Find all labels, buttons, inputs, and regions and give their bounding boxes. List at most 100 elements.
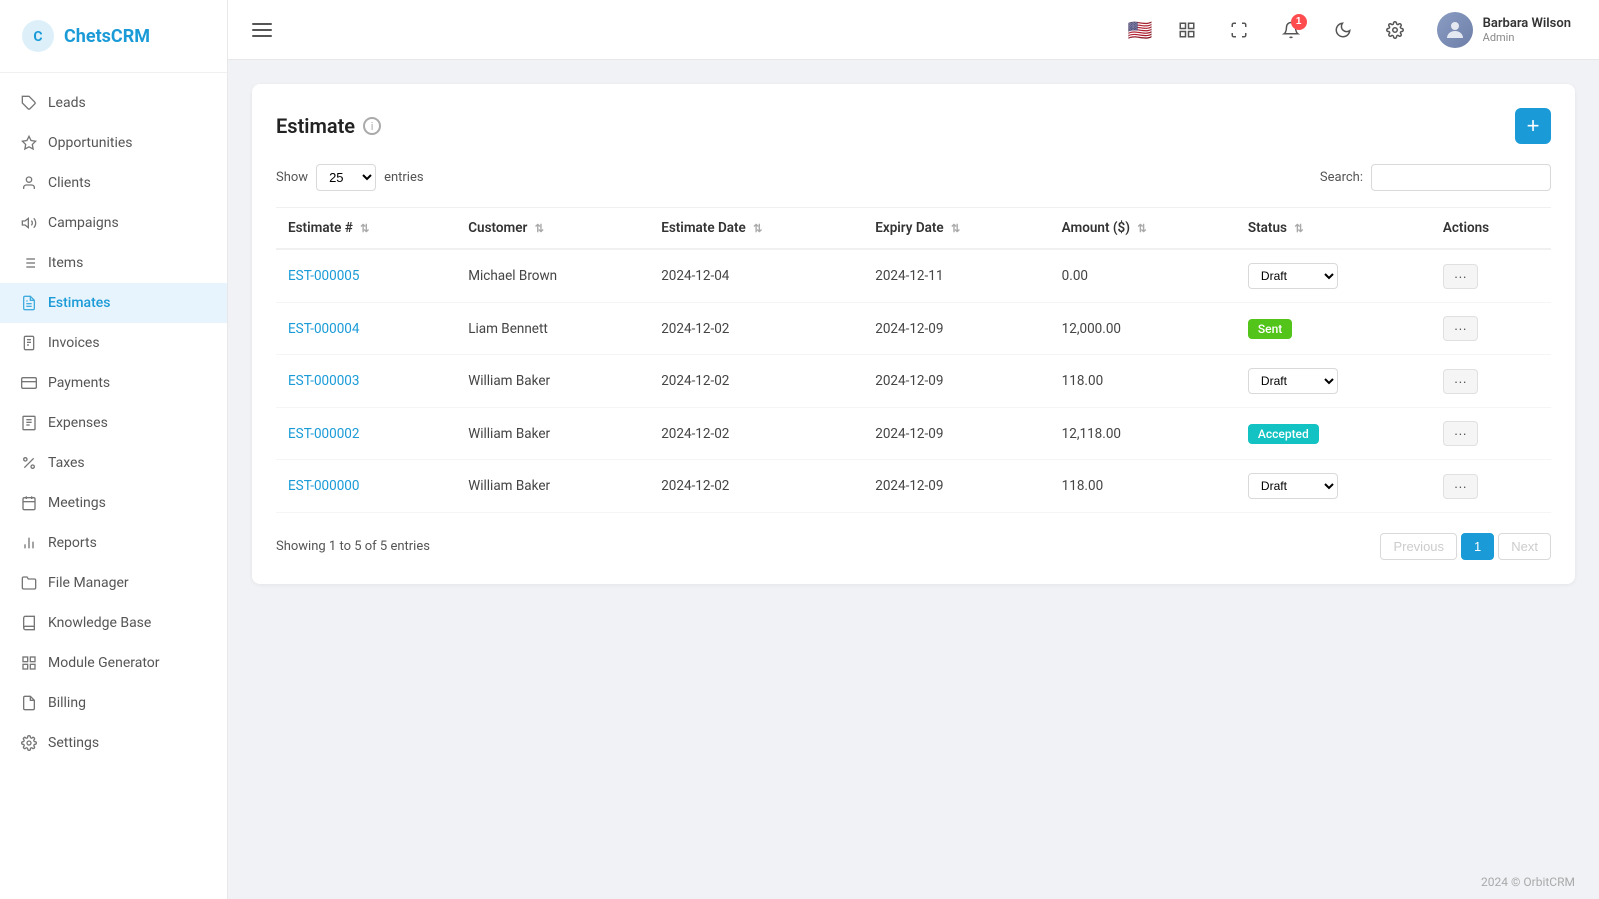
- sort-icon-estimate: ⇅: [360, 222, 369, 235]
- sidebar-item-billing[interactable]: Billing: [0, 683, 227, 723]
- sidebar-item-estimates[interactable]: Estimates: [0, 283, 227, 323]
- calendar-icon: [20, 494, 38, 512]
- add-estimate-button[interactable]: +: [1515, 108, 1551, 144]
- user-profile[interactable]: Barbara Wilson Admin: [1429, 8, 1579, 52]
- cell-expiry-date: 2024-12-09: [863, 460, 1049, 513]
- sidebar-item-items[interactable]: Items: [0, 243, 227, 283]
- row-action-button[interactable]: ···: [1443, 421, 1478, 446]
- col-amount[interactable]: Amount ($) ⇅: [1050, 208, 1236, 250]
- header: 🇺🇸 1: [228, 0, 1599, 60]
- sidebar-item-file-manager[interactable]: File Manager: [0, 563, 227, 603]
- fullscreen-button[interactable]: [1221, 12, 1257, 48]
- row-action-button[interactable]: ···: [1443, 264, 1478, 289]
- user-icon: [20, 174, 38, 192]
- sidebar-label-items: Items: [48, 255, 83, 271]
- header-right: 🇺🇸 1: [1128, 8, 1579, 52]
- search-input[interactable]: [1371, 164, 1551, 191]
- table-row: EST-000003William Baker2024-12-022024-12…: [276, 355, 1551, 408]
- cell-customer: Liam Bennett: [456, 303, 649, 355]
- estimate-link[interactable]: EST-000004: [288, 321, 359, 337]
- cell-estimate-date: 2024-12-02: [649, 460, 863, 513]
- table-controls: Show 10 25 50 100 entries Search:: [276, 164, 1551, 191]
- notifications-button[interactable]: 1: [1273, 12, 1309, 48]
- sidebar-label-clients: Clients: [48, 175, 91, 191]
- folder-icon: [20, 574, 38, 592]
- col-actions: Actions: [1431, 208, 1551, 250]
- sidebar-label-taxes: Taxes: [48, 455, 85, 471]
- sidebar-nav: Leads Opportunities Clients Campaigns: [0, 73, 227, 899]
- status-dropdown[interactable]: DraftSentAcceptedDeclined: [1248, 473, 1338, 499]
- info-icon[interactable]: i: [363, 117, 381, 135]
- sidebar-item-leads[interactable]: Leads: [0, 83, 227, 123]
- tag-icon: [20, 94, 38, 112]
- sort-icon-amount: ⇅: [1137, 222, 1146, 235]
- status-dropdown[interactable]: DraftSentAcceptedDeclined: [1248, 263, 1338, 289]
- footer: 2024 © OrbitCRM: [228, 865, 1599, 899]
- settings-button[interactable]: [1377, 12, 1413, 48]
- col-expiry-date[interactable]: Expiry Date ⇅: [863, 208, 1049, 250]
- cell-expiry-date: 2024-12-09: [863, 303, 1049, 355]
- cell-amount: 12,118.00: [1050, 408, 1236, 460]
- sidebar-item-campaigns[interactable]: Campaigns: [0, 203, 227, 243]
- show-entries: Show 10 25 50 100 entries: [276, 164, 424, 191]
- estimate-link[interactable]: EST-000005: [288, 268, 359, 284]
- cell-estimate-num: EST-000004: [276, 303, 456, 355]
- estimates-card: Estimate i + Show 10 25 50 100 e: [252, 84, 1575, 584]
- sidebar-item-clients[interactable]: Clients: [0, 163, 227, 203]
- sidebar-item-settings[interactable]: Settings: [0, 723, 227, 763]
- cell-amount: 118.00: [1050, 355, 1236, 408]
- header-left: [248, 19, 276, 41]
- next-button[interactable]: Next: [1498, 533, 1551, 560]
- sidebar-item-opportunities[interactable]: Opportunities: [0, 123, 227, 163]
- user-info: Barbara Wilson Admin: [1483, 16, 1571, 44]
- sidebar-item-reports[interactable]: Reports: [0, 523, 227, 563]
- col-customer[interactable]: Customer ⇅: [456, 208, 649, 250]
- status-dropdown[interactable]: DraftSentAcceptedDeclined: [1248, 368, 1338, 394]
- estimate-link[interactable]: EST-000002: [288, 426, 359, 442]
- cell-customer: William Baker: [456, 460, 649, 513]
- language-flag[interactable]: 🇺🇸: [1128, 18, 1153, 42]
- cell-estimate-date: 2024-12-04: [649, 249, 863, 303]
- moon-icon: [1334, 21, 1352, 39]
- logo-area: C ChetsCRM: [0, 0, 227, 73]
- billing-icon: [20, 694, 38, 712]
- showing-entries-text: Showing 1 to 5 of 5 entries: [276, 539, 430, 554]
- sidebar-label-knowledge-base: Knowledge Base: [48, 615, 151, 631]
- cell-estimate-num: EST-000002: [276, 408, 456, 460]
- col-status[interactable]: Status ⇅: [1236, 208, 1431, 250]
- sort-icon-customer: ⇅: [535, 222, 544, 235]
- sidebar-item-expenses[interactable]: Expenses: [0, 403, 227, 443]
- estimate-link[interactable]: EST-000000: [288, 478, 359, 494]
- header-gear-icon: [1386, 21, 1404, 39]
- sidebar-item-module-generator[interactable]: Module Generator: [0, 643, 227, 683]
- page-1-button[interactable]: 1: [1461, 533, 1494, 560]
- cell-estimate-num: EST-000003: [276, 355, 456, 408]
- dark-mode-button[interactable]: [1325, 12, 1361, 48]
- gem-icon: [20, 134, 38, 152]
- previous-button[interactable]: Previous: [1380, 533, 1457, 560]
- entries-per-page-select[interactable]: 10 25 50 100: [316, 164, 376, 191]
- sidebar-item-invoices[interactable]: Invoices: [0, 323, 227, 363]
- row-action-button[interactable]: ···: [1443, 474, 1478, 499]
- sidebar-item-knowledge-base[interactable]: Knowledge Base: [0, 603, 227, 643]
- sidebar-item-taxes[interactable]: Taxes: [0, 443, 227, 483]
- col-estimate-num[interactable]: Estimate # ⇅: [276, 208, 456, 250]
- cell-status: Accepted: [1236, 408, 1431, 460]
- cell-customer: William Baker: [456, 408, 649, 460]
- cell-status: DraftSentAcceptedDeclined: [1236, 249, 1431, 303]
- sidebar-item-meetings[interactable]: Meetings: [0, 483, 227, 523]
- table-row: EST-000002William Baker2024-12-022024-12…: [276, 408, 1551, 460]
- estimate-link[interactable]: EST-000003: [288, 373, 359, 389]
- sort-icon-expiry-date: ⇅: [951, 222, 960, 235]
- hamburger-button[interactable]: [248, 19, 276, 41]
- table-row: EST-000004Liam Bennett2024-12-022024-12-…: [276, 303, 1551, 355]
- cell-estimate-date: 2024-12-02: [649, 355, 863, 408]
- cell-amount: 0.00: [1050, 249, 1236, 303]
- sort-icon-estimate-date: ⇅: [753, 222, 762, 235]
- row-action-button[interactable]: ···: [1443, 316, 1478, 341]
- sidebar-item-payments[interactable]: Payments: [0, 363, 227, 403]
- apps-button[interactable]: [1169, 12, 1205, 48]
- svg-text:C: C: [33, 29, 42, 45]
- row-action-button[interactable]: ···: [1443, 369, 1478, 394]
- col-estimate-date[interactable]: Estimate Date ⇅: [649, 208, 863, 250]
